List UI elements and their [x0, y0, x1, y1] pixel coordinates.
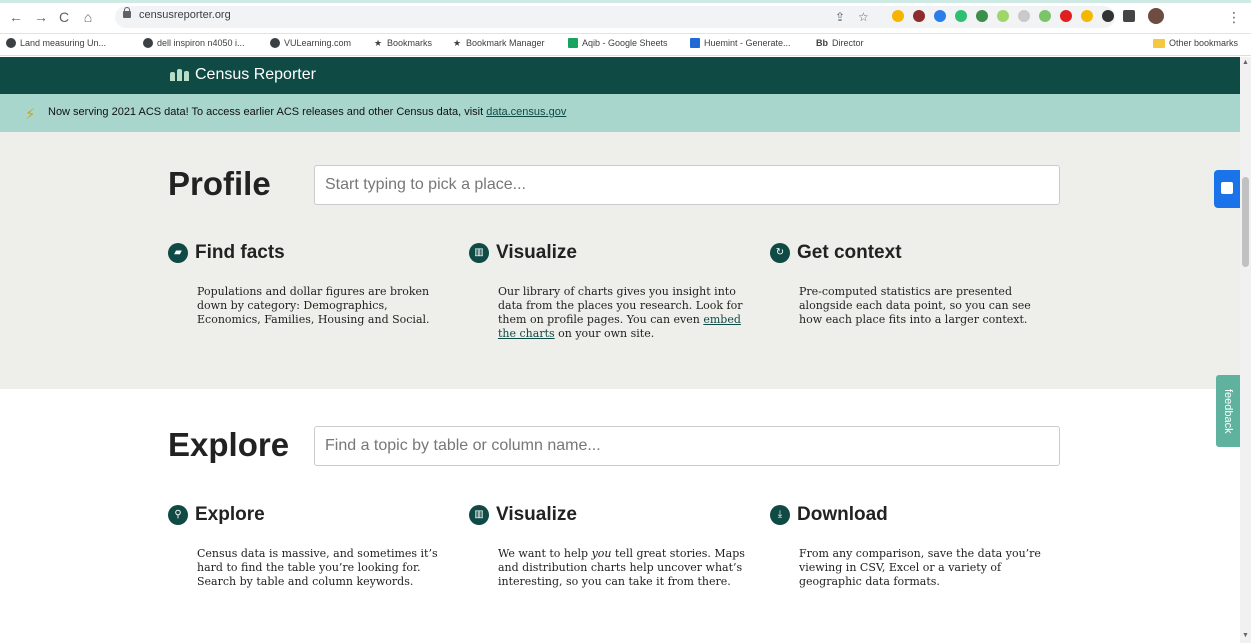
feature-title: Visualize	[496, 504, 577, 525]
extension-icon[interactable]	[1018, 10, 1030, 22]
site-header: Census Reporter	[0, 57, 1240, 94]
profile-avatar[interactable]	[1148, 8, 1164, 24]
scroll-down-icon[interactable]: ▼	[1242, 632, 1249, 639]
extension-icon[interactable]	[913, 10, 925, 22]
bookmark-item[interactable]: ★ Bookmarks	[373, 38, 432, 48]
bookmark-star-icon[interactable]: ☆	[858, 10, 869, 24]
site-logo[interactable]: Census Reporter	[170, 66, 316, 84]
extension-icon[interactable]	[997, 10, 1009, 22]
profile-section: Profile Start typing to pick a place... …	[0, 132, 1240, 389]
feature-desc: We want to help you tell great stories. …	[498, 547, 745, 588]
puzzle-icon[interactable]	[1102, 10, 1114, 22]
feature-title: Visualize	[496, 242, 577, 263]
feature-desc: Census data is massive, and sometimes it…	[197, 547, 438, 588]
download-icon: ⤓	[770, 505, 790, 525]
globe-icon	[270, 38, 280, 48]
tab-strip-edge	[0, 0, 1251, 3]
lock-icon	[123, 7, 131, 18]
globe-icon	[143, 38, 153, 48]
extension-icon[interactable]	[892, 10, 904, 22]
browser-toolbar: ← → C ⌂ censusreporter.org ⇪ ☆ ⋮	[0, 0, 1251, 34]
feature-title: Get context	[797, 242, 902, 263]
sheets-icon	[568, 38, 578, 48]
share-icon[interactable]: ⇪	[835, 10, 845, 24]
bb-icon: Bb	[816, 38, 828, 48]
feature-desc: Our library of charts gives you insight …	[498, 285, 743, 340]
extension-icon[interactable]	[955, 10, 967, 22]
extension-icon[interactable]	[1060, 10, 1072, 22]
topic-search-input[interactable]: Find a topic by table or column name...	[314, 426, 1060, 466]
forward-icon[interactable]: →	[33, 9, 49, 25]
home-icon[interactable]: ⌂	[80, 9, 96, 25]
explore-section: Explore Find a topic by table or column …	[0, 389, 1240, 643]
page-viewport: Census Reporter ⚡ Now serving 2021 ACS d…	[0, 57, 1240, 643]
book-icon: ▰	[168, 243, 188, 263]
site-name: Census Reporter	[195, 66, 316, 83]
notice-text: Now serving 2021 ACS data! To access ear…	[48, 106, 567, 118]
reload-icon[interactable]: C	[56, 9, 72, 25]
menu-icon[interactable]: ⋮	[1226, 9, 1242, 25]
side-widget-button[interactable]	[1214, 170, 1240, 208]
scrollbar-thumb[interactable]	[1242, 177, 1249, 267]
bookmark-item[interactable]: Bb Director	[816, 38, 864, 48]
star-icon: ★	[373, 38, 383, 48]
bookmark-item[interactable]: Huemint - Generate...	[690, 38, 791, 48]
bookmark-item[interactable]: VULearning.com	[270, 38, 351, 48]
feature-desc: Populations and dollar figures are broke…	[197, 285, 430, 326]
feature-desc: From any comparison, save the data you’r…	[799, 547, 1041, 588]
feature-find-facts: ▰ Find facts Populations and dollar figur…	[168, 242, 438, 327]
extension-icon[interactable]	[1081, 10, 1093, 22]
feature-explore: ⚲ Explore Census data is massive, and som…	[168, 504, 438, 589]
feature-get-context: ↻ Get context Pre-computed statistics are…	[770, 242, 1040, 327]
bookmark-item[interactable]: dell inspiron n4050 i...	[143, 38, 245, 48]
feature-desc: Pre-computed statistics are presented al…	[799, 285, 1031, 326]
side-panel-icon[interactable]	[1123, 10, 1135, 22]
lightning-icon: ⚡	[25, 106, 36, 123]
bookmarks-bar: Land measuring Un... dell inspiron n4050…	[0, 34, 1251, 56]
feature-visualize: ▥ Visualize Our library of charts gives y…	[469, 242, 742, 341]
url-text: censusreporter.org	[139, 9, 231, 21]
extension-icon[interactable]	[976, 10, 988, 22]
other-bookmarks[interactable]: Other bookmarks	[1153, 38, 1238, 48]
data-census-link[interactable]: data.census.gov	[486, 106, 566, 118]
widget-icon	[1221, 182, 1233, 194]
explore-title: Explore	[168, 426, 290, 463]
extension-icon[interactable]	[934, 10, 946, 22]
place-search-input[interactable]: Start typing to pick a place...	[314, 165, 1060, 205]
feature-title: Explore	[195, 504, 265, 525]
feature-visualize-explore: ▥ Visualize We want to help you tell grea…	[469, 504, 745, 589]
notice-banner: ⚡ Now serving 2021 ACS data! To access e…	[0, 94, 1240, 132]
page-scrollbar[interactable]: ▲ ▼	[1240, 57, 1251, 643]
feature-title: Download	[797, 504, 888, 525]
refresh-icon: ↻	[770, 243, 790, 263]
bar-chart-icon: ▥	[469, 243, 489, 263]
bookmark-item[interactable]: Aqib - Google Sheets	[568, 38, 668, 48]
feature-title: Find facts	[195, 242, 285, 263]
bookmark-item[interactable]: ★ Bookmark Manager	[452, 38, 545, 48]
huemint-icon	[690, 38, 700, 48]
globe-icon	[6, 38, 16, 48]
bookmark-item[interactable]: Land measuring Un...	[6, 38, 106, 48]
back-icon[interactable]: ←	[8, 9, 24, 25]
extension-icon[interactable]	[1039, 10, 1051, 22]
profile-title: Profile	[168, 165, 271, 202]
feature-download: ⤓ Download From any comparison, save the …	[770, 504, 1041, 589]
scroll-up-icon[interactable]: ▲	[1242, 59, 1249, 66]
search-icon: ⚲	[168, 505, 188, 525]
star-icon: ★	[452, 38, 462, 48]
folder-icon	[1153, 38, 1165, 48]
people-icon	[170, 69, 189, 81]
feedback-tab[interactable]: feedback	[1216, 375, 1240, 447]
bar-chart-icon: ▥	[469, 505, 489, 525]
